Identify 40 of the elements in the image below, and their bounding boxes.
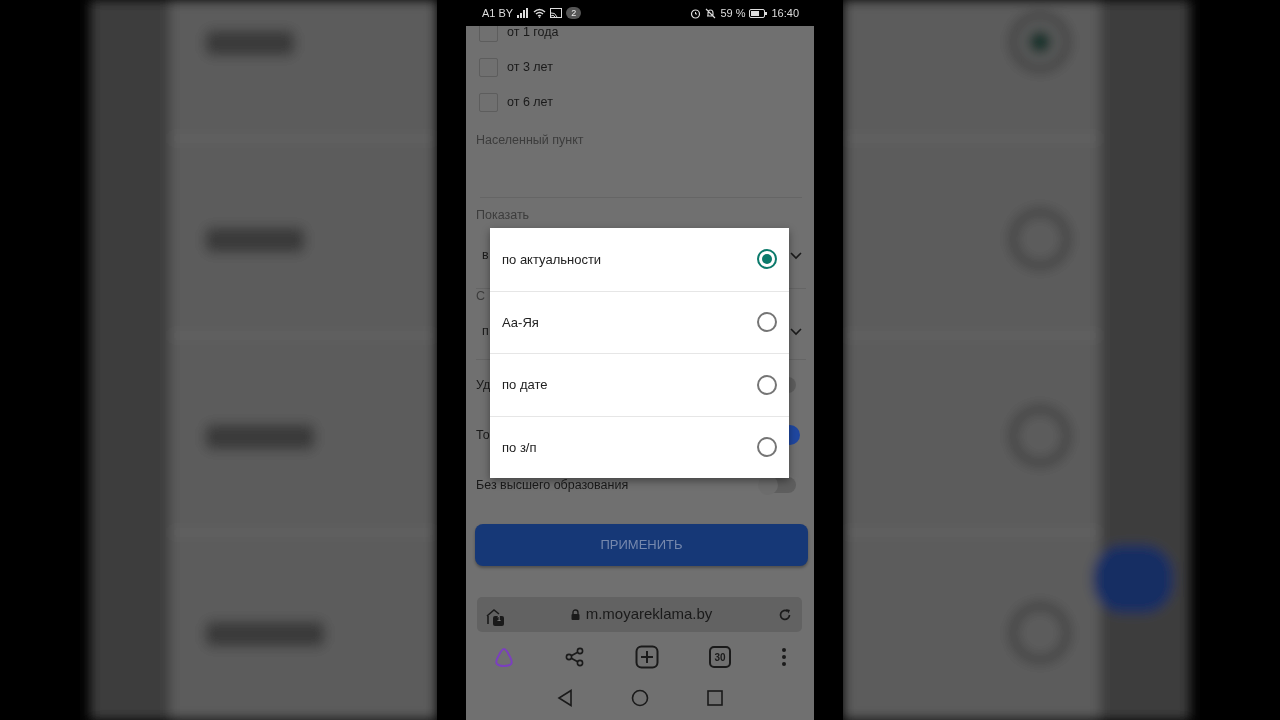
radio-button[interactable]: [757, 249, 777, 270]
toggle-label: Без высшего образования: [476, 476, 629, 494]
checkbox-label: от 1 года: [507, 26, 559, 42]
menu-icon[interactable]: [781, 647, 787, 667]
back-icon[interactable]: [557, 689, 573, 707]
radio-button[interactable]: [757, 374, 777, 395]
toggle-label: То: [476, 426, 490, 444]
cast-icon: [550, 8, 563, 18]
battery-percent: 59 %: [720, 5, 746, 21]
alarm-icon: [690, 7, 702, 19]
tab-counter[interactable]: 30: [709, 646, 731, 668]
share-icon[interactable]: [565, 647, 585, 667]
checkbox-label: от 3 лет: [507, 59, 553, 77]
wifi-icon: [533, 8, 547, 18]
signal-icon: [517, 8, 530, 18]
checkbox-label: от 6 лет: [507, 94, 553, 112]
carrier-label: A1 BY: [482, 5, 514, 21]
new-tab-icon[interactable]: [635, 645, 659, 669]
recents-icon[interactable]: [707, 690, 723, 706]
dialog-option[interactable]: по з/п: [490, 415, 789, 478]
dialog-option[interactable]: по актуальности: [490, 228, 789, 291]
address-bar[interactable]: 1 m.moyareklama.by: [477, 597, 802, 632]
notification-badge: 2: [566, 7, 582, 19]
lock-icon: [570, 609, 580, 620]
chevron-down-icon: [790, 327, 802, 336]
radio-button[interactable]: [757, 312, 777, 333]
dialog-option[interactable]: Аа-Яя: [490, 290, 789, 353]
reload-icon[interactable]: [778, 607, 792, 622]
chevron-down-icon: [790, 251, 802, 260]
checkbox[interactable]: [479, 26, 498, 42]
clock-time: 16:40: [771, 5, 799, 21]
battery-icon: [749, 8, 768, 18]
toggle-label: Уд: [476, 376, 491, 394]
url-text: m.moyareklama.by: [585, 604, 713, 625]
bell-off-icon: [705, 7, 717, 19]
dialog-option[interactable]: по дате: [490, 353, 789, 416]
radio-button[interactable]: [757, 437, 777, 458]
home-icon[interactable]: [631, 689, 649, 707]
tabs-home-icon[interactable]: [485, 607, 505, 628]
tab-count: 1: [495, 613, 503, 624]
